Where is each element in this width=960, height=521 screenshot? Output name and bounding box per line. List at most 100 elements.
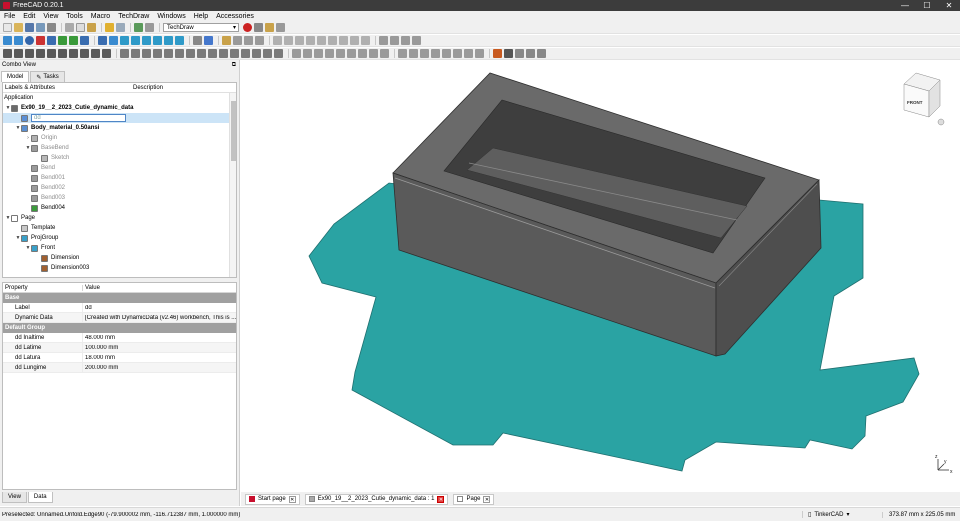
tab-view[interactable]: View (2, 492, 27, 503)
fit-all-icon[interactable] (3, 36, 12, 45)
leader-icon[interactable] (131, 49, 140, 58)
cut-icon[interactable] (65, 23, 74, 32)
chain-dim-icon[interactable] (464, 49, 473, 58)
bottom-view-icon[interactable] (164, 36, 173, 45)
circle-center-icon[interactable] (369, 49, 378, 58)
dim-link-icon[interactable] (91, 49, 100, 58)
techdraw-projgroup-icon[interactable] (317, 36, 326, 45)
techdraw-draft-icon[interactable] (390, 36, 399, 45)
techdraw-image-icon[interactable] (350, 36, 359, 45)
techdraw-view-icon[interactable] (273, 36, 282, 45)
menu-macro[interactable]: Macro (87, 13, 114, 20)
property-row[interactable]: Label dd (3, 302, 236, 313)
toggle-frame-icon[interactable] (314, 49, 323, 58)
menu-help[interactable]: Help (190, 13, 212, 20)
chamfer-icon[interactable] (358, 49, 367, 58)
tree-scrollbar[interactable] (229, 93, 236, 277)
macro-record-icon[interactable] (243, 23, 252, 32)
property-value[interactable]: [Created with DynamicData (v2.46) workbe… (83, 315, 236, 321)
techdraw-active-view-icon[interactable] (284, 36, 293, 45)
tree-item[interactable]: Dimension003 (3, 263, 236, 273)
undock-icon[interactable]: ⧉ (232, 62, 236, 69)
techdraw-export-svg-icon[interactable] (401, 36, 410, 45)
isometric-view-icon[interactable] (109, 36, 118, 45)
copy-icon[interactable] (76, 23, 85, 32)
2-point-centerline-icon[interactable] (208, 49, 217, 58)
dim-vertical-icon[interactable] (25, 49, 34, 58)
tree-item[interactable]: ▼ Ex90_19__2_2023_Cutie_dynamic_data (3, 103, 236, 113)
geom-hatch-icon[interactable] (303, 49, 312, 58)
property-editor[interactable]: Property Value Base Label dd Dynamic Data [C… (2, 282, 237, 490)
navcube-menu-icon[interactable] (937, 118, 945, 126)
dim-length-icon[interactable] (3, 49, 12, 58)
techdraw-template-icon[interactable] (233, 36, 242, 45)
minimize-button[interactable]: — (894, 1, 916, 10)
close-tab-icon[interactable]: ✕ (483, 495, 491, 503)
techdraw-section-icon[interactable] (295, 36, 304, 45)
tab-tasks[interactable]: ✎ Tasks (30, 71, 65, 82)
tree-item[interactable]: ▼ Body_material_0.50ansi (3, 123, 236, 133)
camera-icon[interactable] (526, 49, 535, 58)
dim-diameter-icon[interactable] (47, 49, 56, 58)
stereo-icon[interactable] (36, 36, 45, 45)
centerline-icon[interactable] (186, 49, 195, 58)
lock-icon[interactable] (409, 49, 418, 58)
hatch-icon[interactable] (292, 49, 301, 58)
property-row[interactable]: dd Latura 18.000 mm (3, 352, 236, 363)
close-tab-icon[interactable]: ✕ (437, 495, 445, 503)
coord-dim-icon[interactable] (475, 49, 484, 58)
doc-tab-3d-view[interactable]: Ex90_19__2_2023_Cutie_dynamic_data : 1 ✕ (304, 493, 449, 505)
change-line-icon[interactable] (252, 49, 261, 58)
doc-tab-page[interactable]: Page ✕ (453, 493, 495, 505)
workbench-selector[interactable]: TechDraw ▾ (163, 23, 239, 32)
techdraw-symbol-icon[interactable] (339, 36, 348, 45)
tree-item[interactable]: ▼ Front (3, 243, 236, 253)
back-arrow-icon[interactable] (58, 36, 67, 45)
menu-accessories[interactable]: Accessories (212, 13, 258, 20)
tree-item[interactable]: ▼ Page (3, 213, 236, 223)
macro-edit-icon[interactable] (265, 23, 274, 32)
bounding-box-icon[interactable] (47, 36, 56, 45)
techdraw-print-icon[interactable] (255, 36, 264, 45)
measure-distance-icon[interactable] (193, 36, 202, 45)
forward-arrow-icon[interactable] (69, 36, 78, 45)
close-tab-icon[interactable]: ✕ (288, 495, 296, 503)
quadrants-icon[interactable] (175, 49, 184, 58)
save-as-icon[interactable] (36, 23, 45, 32)
cosmetic-arc-icon[interactable] (241, 49, 250, 58)
right-view-icon[interactable] (142, 36, 151, 45)
left-view-icon[interactable] (175, 36, 184, 45)
sheetmetal-icon[interactable] (493, 49, 502, 58)
property-row[interactable]: Dynamic Data [Created with DynamicData (v… (3, 312, 236, 323)
cosmetic-vertex-icon[interactable] (153, 49, 162, 58)
rich-text-icon[interactable] (142, 49, 151, 58)
whats-this-icon[interactable] (145, 23, 154, 32)
hole-icon[interactable] (336, 49, 345, 58)
techdraw-clip-icon[interactable] (328, 36, 337, 45)
macro-execute-icon[interactable] (276, 23, 285, 32)
cascade-icon[interactable] (453, 49, 462, 58)
navigation-cube[interactable]: FRONT (903, 72, 945, 126)
dim-horizontal-icon[interactable] (14, 49, 23, 58)
tree-item[interactable]: Bend002 (3, 183, 236, 193)
section-view-icon[interactable] (325, 49, 334, 58)
dim-3pt-angle-icon[interactable] (69, 49, 78, 58)
tree-item[interactable]: Sketch (3, 153, 236, 163)
refresh-icon[interactable] (134, 23, 143, 32)
tree-item[interactable]: ▼ BaseBend (3, 143, 236, 153)
techdraw-detail-icon[interactable] (306, 36, 315, 45)
position-icon[interactable] (420, 49, 429, 58)
area-icon[interactable] (431, 49, 440, 58)
dim-angle-icon[interactable] (58, 49, 67, 58)
cosmetic-circle-icon[interactable] (230, 49, 239, 58)
settings-icon[interactable] (537, 49, 546, 58)
zoom-icon[interactable] (98, 36, 107, 45)
bolt-icon[interactable] (380, 49, 389, 58)
menu-windows[interactable]: Windows (153, 13, 189, 20)
property-group-header[interactable]: Default Group (3, 323, 236, 333)
maximize-button[interactable]: ☐ (916, 1, 938, 10)
new-document-icon[interactable] (3, 23, 12, 32)
measure-linear-icon[interactable] (204, 36, 213, 45)
undo-icon[interactable] (105, 23, 114, 32)
visibility-icon[interactable] (515, 49, 524, 58)
